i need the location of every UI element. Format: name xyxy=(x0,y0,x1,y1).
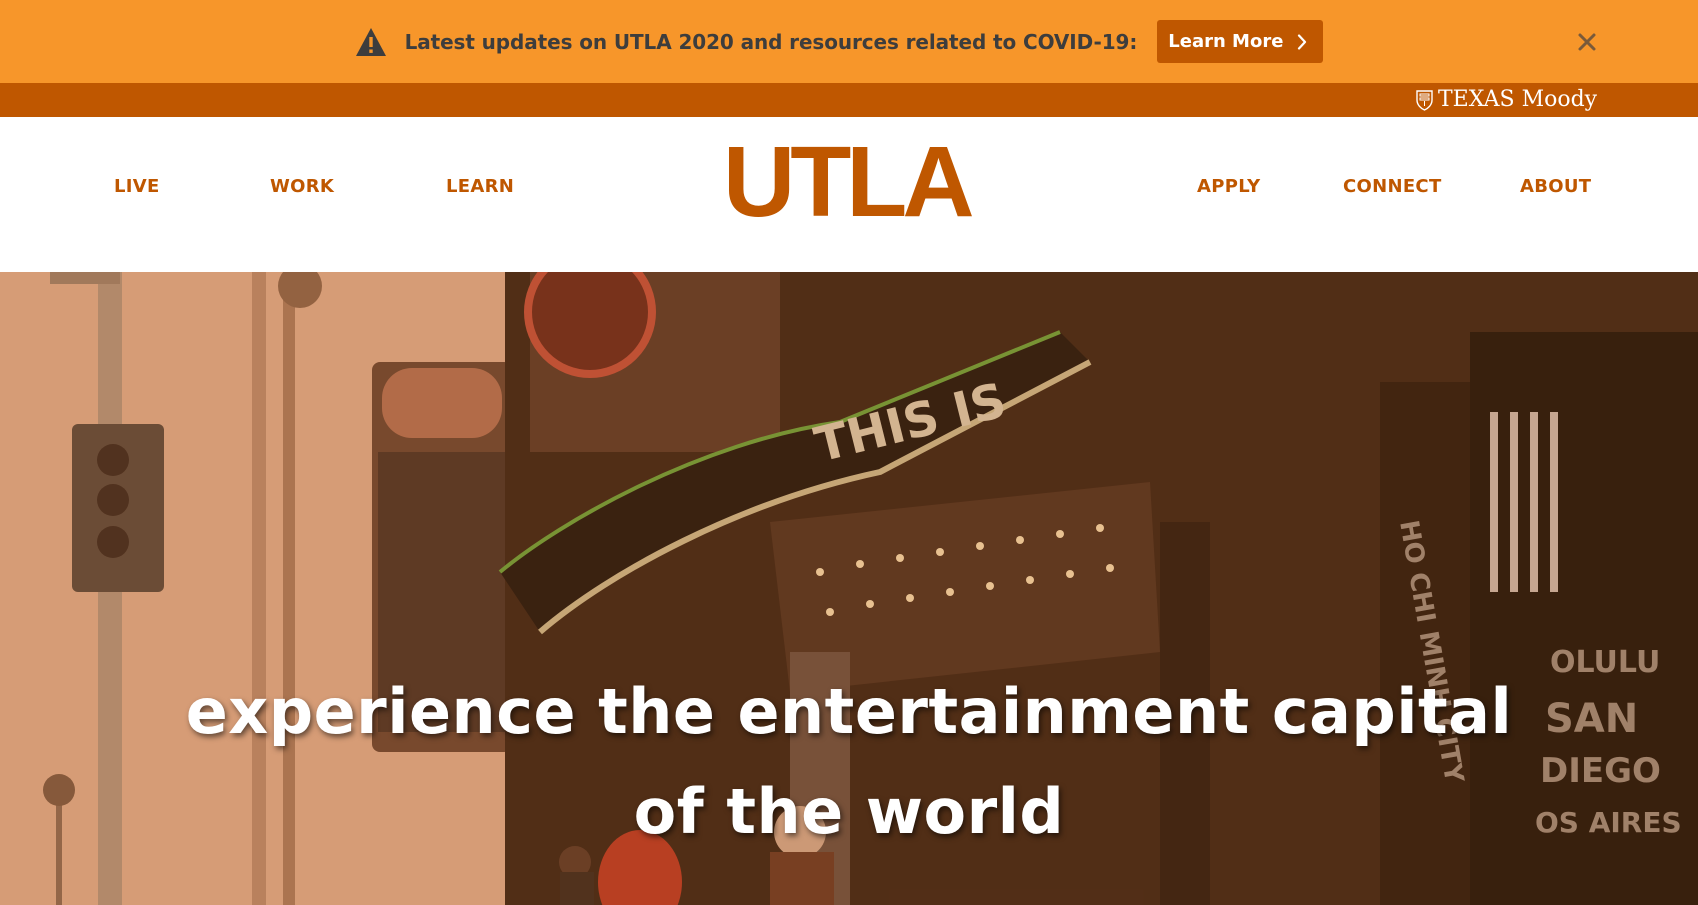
warning-icon xyxy=(355,27,386,56)
close-icon[interactable] xyxy=(1576,31,1598,53)
hero-headline-line-2: of the world xyxy=(633,775,1065,848)
covid-alert-banner: Latest updates on UTLA 2020 and resource… xyxy=(0,0,1698,83)
alert-content: Latest updates on UTLA 2020 and resource… xyxy=(355,20,1324,63)
texas-moody-text: TEXAS Moody xyxy=(1438,87,1598,112)
shield-icon xyxy=(1416,89,1433,111)
nav-work[interactable]: WORK xyxy=(270,176,334,197)
learn-more-button[interactable]: Learn More xyxy=(1157,20,1324,63)
learn-more-label: Learn More xyxy=(1168,31,1284,52)
nav-apply[interactable]: APPLY xyxy=(1197,176,1261,197)
nav-connect[interactable]: CONNECT xyxy=(1343,176,1442,197)
nav-about[interactable]: ABOUT xyxy=(1520,176,1591,197)
nav-learn[interactable]: LEARN xyxy=(446,176,514,197)
hero-section: THIS IS HO CHI MINH CITY SAN DIEGO OLULU… xyxy=(0,272,1698,905)
college-bar: TEXAS Moody xyxy=(0,83,1698,117)
alert-message: Latest updates on UTLA 2020 and resource… xyxy=(404,29,1138,54)
hero-headline: experience the entertainment capital of … xyxy=(0,662,1698,862)
texas-moody-link[interactable]: TEXAS Moody xyxy=(1416,88,1597,112)
nav-live[interactable]: LIVE xyxy=(114,176,160,197)
chevron-right-icon xyxy=(1298,33,1307,50)
main-nav: LIVE WORK LEARN UTLA APPLY CONNECT ABOUT xyxy=(0,117,1698,272)
utla-logo[interactable]: UTLA xyxy=(723,132,975,232)
hero-headline-line-1: experience the entertainment capital xyxy=(185,675,1513,748)
